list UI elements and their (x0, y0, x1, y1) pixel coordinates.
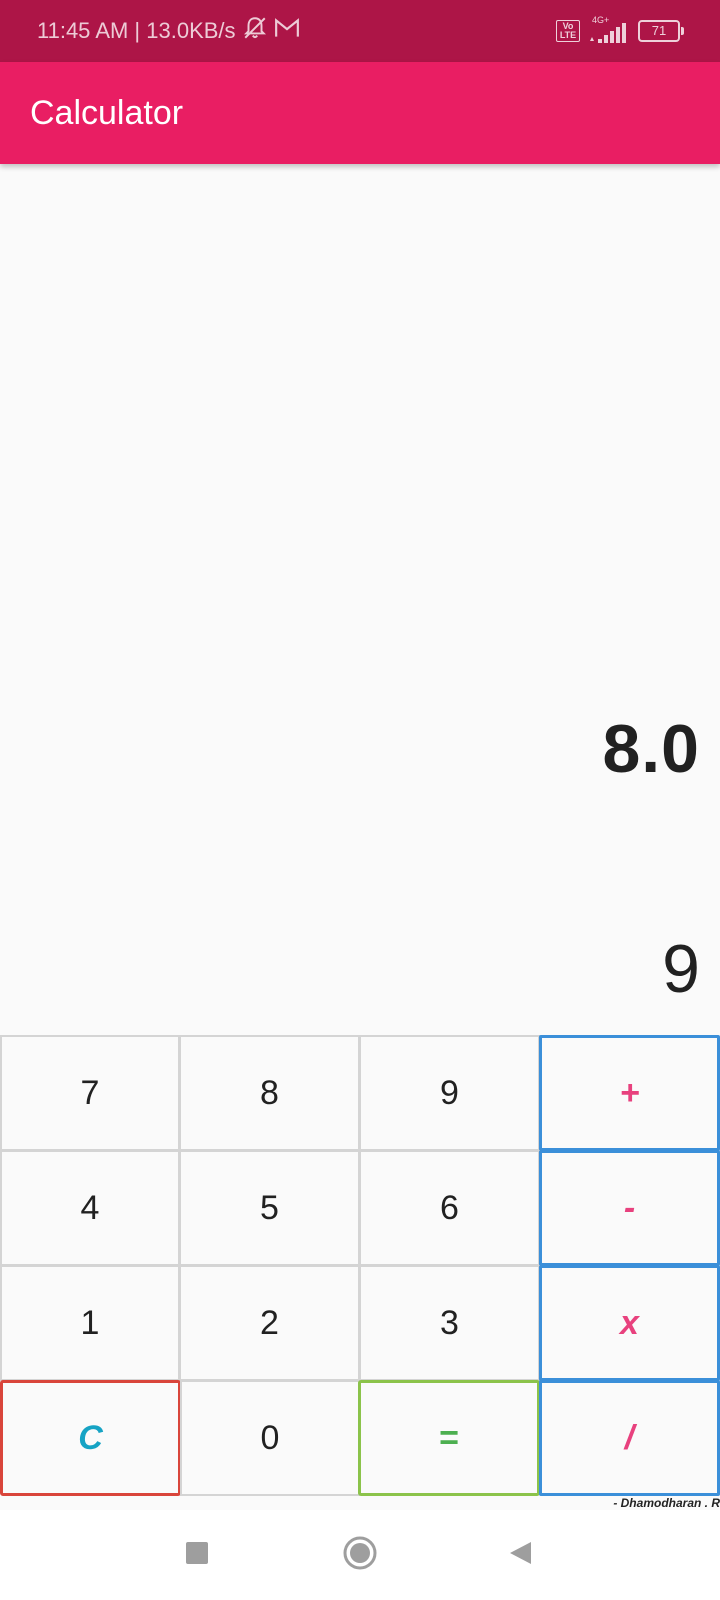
key-5[interactable]: 5 (179, 1150, 360, 1266)
back-triangle-icon (507, 1540, 533, 1571)
navigation-bar (0, 1510, 720, 1600)
key-add[interactable]: + (539, 1035, 720, 1151)
recents-square-icon (185, 1541, 209, 1570)
signal-icon: 4G+ (588, 15, 630, 45)
home-circle-icon (343, 1536, 377, 1575)
key-7[interactable]: 7 (0, 1035, 180, 1151)
notifications-muted-icon (242, 15, 268, 47)
key-0[interactable]: 0 (180, 1380, 360, 1496)
key-2[interactable]: 2 (179, 1265, 360, 1381)
status-time-speed: 11:45 AM | 13.0KB/s (37, 18, 236, 43)
back-button[interactable] (480, 1510, 560, 1600)
key-1[interactable]: 1 (0, 1265, 180, 1381)
status-left: 11:45 AM | 13.0KB/s (37, 0, 300, 62)
key-clear[interactable]: C (0, 1380, 181, 1496)
app-bar: Calculator (0, 62, 720, 164)
input-display: 9 (662, 931, 700, 1007)
home-button[interactable] (320, 1510, 400, 1600)
gmail-icon (274, 17, 300, 45)
status-right: Vo LTE 4G+ 71 (556, 0, 684, 62)
key-4[interactable]: 4 (0, 1150, 180, 1266)
key-3[interactable]: 3 (359, 1265, 540, 1381)
result-display: 8.0 (602, 711, 700, 787)
key-equals[interactable]: = (358, 1380, 540, 1496)
key-8[interactable]: 8 (179, 1035, 360, 1151)
key-subtract[interactable]: - (539, 1150, 720, 1266)
battery-icon: 71 (638, 20, 684, 42)
keypad: 7 8 9 + 4 5 6 - 1 2 3 x C 0 = / (0, 1035, 720, 1497)
author-credit: - Dhamodharan . R (613, 1496, 720, 1510)
status-bar: 11:45 AM | 13.0KB/s Vo LTE 4G+ 71 (0, 0, 720, 62)
volte-icon: Vo LTE (556, 20, 580, 42)
app-title: Calculator (30, 94, 184, 132)
key-multiply[interactable]: x (539, 1265, 720, 1381)
key-9[interactable]: 9 (359, 1035, 540, 1151)
key-divide[interactable]: / (539, 1380, 720, 1496)
key-6[interactable]: 6 (359, 1150, 540, 1266)
recents-button[interactable] (157, 1510, 237, 1600)
